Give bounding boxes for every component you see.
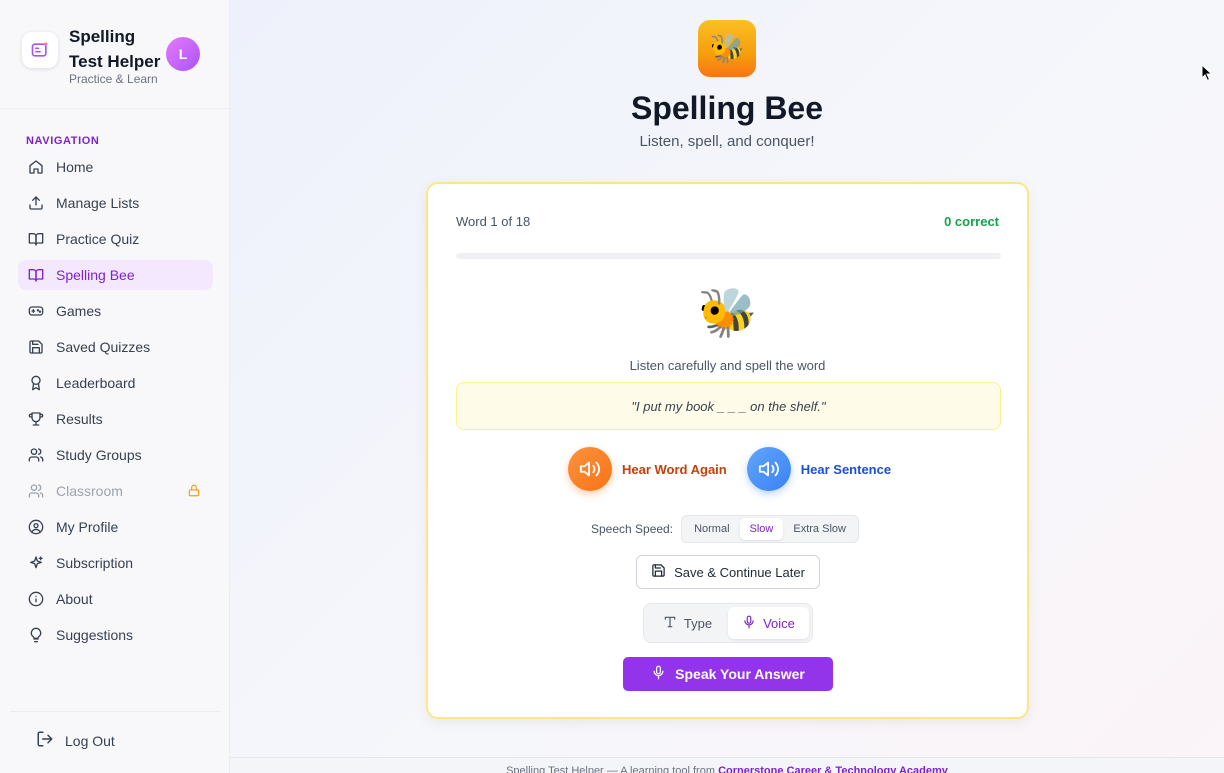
speed-option-slow[interactable]: Slow	[739, 518, 784, 540]
sidebar-item-label: Saved Quizzes	[56, 339, 151, 355]
page-subtitle: Listen, spell, and conquer!	[639, 133, 815, 150]
log-out-icon	[36, 730, 54, 751]
mode-voice-label: Voice	[763, 615, 795, 631]
answer-mode-toggle: Type Voice	[643, 603, 813, 643]
save-continue-button[interactable]: Save & Continue Later	[636, 555, 820, 589]
save-icon	[651, 563, 666, 581]
book-open-icon	[28, 267, 44, 283]
sidebar-item-home[interactable]: Home	[18, 152, 213, 182]
sidebar-item-label: Spelling Bee	[56, 267, 135, 283]
sidebar-item-label: About	[56, 591, 93, 607]
audio-controls: Hear Word Again Hear Sentence	[568, 447, 911, 491]
type-icon	[663, 615, 677, 632]
mouse-cursor-icon	[1201, 63, 1213, 87]
sidebar-item-label: Suggestions	[56, 627, 134, 643]
sidebar-item-practice-quiz[interactable]: Practice Quiz	[18, 224, 213, 254]
sentence-text: "I put my book _ _ _ on the shelf."	[631, 398, 826, 414]
sidebar-item-label: Practice Quiz	[56, 231, 140, 247]
hear-sentence-label: Hear Sentence	[800, 461, 892, 477]
user-circle-icon	[28, 519, 44, 535]
sidebar-item-label: My Profile	[56, 519, 119, 535]
hear-word-label: Hear Word Again	[622, 461, 727, 477]
trophy-icon	[28, 411, 44, 427]
sidebar-item-label: Results	[56, 411, 103, 427]
logout-button[interactable]: Log Out	[36, 730, 115, 751]
sidebar-nav: Home Manage Lists Practice Quiz Spelling…	[18, 152, 213, 656]
correct-counter: 0 correct	[944, 214, 999, 229]
lightbulb-icon	[28, 627, 44, 643]
save-icon	[28, 339, 44, 355]
sidebar-item-leaderboard[interactable]: Leaderboard	[18, 368, 213, 398]
sentence-box: "I put my book _ _ _ on the shelf."	[456, 382, 1001, 430]
sidebar-bottom-divider	[10, 711, 220, 712]
instruction-text: Listen carefully and spell the word	[629, 358, 826, 373]
page-title: Spelling Bee	[630, 90, 824, 126]
sidebar-item-subscription[interactable]: Subscription	[18, 548, 213, 578]
microphone-icon	[651, 665, 666, 683]
word-counter: Word 1 of 18	[456, 214, 531, 229]
award-icon	[28, 375, 44, 391]
avatar[interactable]: L	[166, 37, 200, 71]
sidebar-item-manage-lists[interactable]: Manage Lists	[18, 188, 213, 218]
sidebar-item-results[interactable]: Results	[18, 404, 213, 434]
sidebar: Spelling Test Helper Practice & Learn L …	[0, 0, 230, 773]
footer-link[interactable]: Cornerstone Career & Technology Academy	[718, 765, 948, 773]
speech-speed-label: Speech Speed:	[591, 522, 674, 536]
sidebar-item-games[interactable]: Games	[18, 296, 213, 326]
sidebar-item-suggestions[interactable]: Suggestions	[18, 620, 213, 650]
brand: Spelling Test Helper Practice & Learn L	[22, 24, 212, 94]
microphone-icon	[742, 615, 756, 632]
speech-speed-options: Normal Slow Extra Slow	[681, 515, 859, 543]
sidebar-item-spelling-bee[interactable]: Spelling Bee	[18, 260, 213, 290]
lock-icon	[187, 483, 201, 501]
sidebar-item-study-groups[interactable]: Study Groups	[18, 440, 213, 470]
brand-subtitle: Practice & Learn	[69, 72, 158, 86]
info-icon	[28, 591, 44, 607]
sidebar-item-classroom[interactable]: Classroom	[18, 476, 213, 506]
gamepad-icon	[28, 303, 44, 319]
bee-mascot: 🐝	[697, 287, 758, 340]
nav-heading: NAVIGATION	[26, 135, 100, 147]
quiz-card: Word 1 of 18 0 correct 🐝 Listen carefull…	[426, 182, 1029, 719]
sidebar-item-saved-quizzes[interactable]: Saved Quizzes	[18, 332, 213, 362]
sidebar-item-my-profile[interactable]: My Profile	[18, 512, 213, 542]
logout-label: Log Out	[65, 732, 115, 749]
sidebar-item-label: Study Groups	[56, 447, 142, 463]
main-content: 🐝 Spelling Bee Listen, spell, and conque…	[230, 0, 1224, 773]
speaker-icon	[568, 447, 612, 491]
mode-type-label: Type	[683, 615, 713, 631]
hear-sentence-button[interactable]: Hear Sentence	[746, 447, 892, 491]
speak-answer-button[interactable]: Speak Your Answer	[623, 657, 833, 691]
footer: Spelling Test Helper — A learning tool f…	[230, 757, 1224, 773]
save-continue-label: Save & Continue Later	[674, 564, 805, 580]
speak-answer-label: Speak Your Answer	[675, 666, 805, 682]
speaker-icon	[746, 447, 791, 491]
home-icon	[28, 159, 44, 175]
sidebar-item-label: Home	[56, 159, 94, 175]
sidebar-item-label: Manage Lists	[56, 195, 140, 211]
sidebar-divider	[0, 108, 229, 109]
book-open-icon	[28, 231, 44, 247]
users-icon	[28, 483, 44, 499]
sidebar-item-about[interactable]: About	[18, 584, 213, 614]
sidebar-item-label: Subscription	[56, 555, 134, 571]
mode-type-button[interactable]: Type	[647, 607, 728, 639]
hear-word-button[interactable]: Hear Word Again	[568, 447, 727, 491]
brand-title: Spelling Test Helper	[69, 27, 161, 71]
upload-icon	[28, 195, 44, 211]
speed-option-normal[interactable]: Normal	[684, 518, 739, 540]
bee-app-icon: 🐝	[698, 20, 756, 77]
brand-logo-icon	[22, 32, 58, 68]
footer-text: Spelling Test Helper — A learning tool f…	[506, 765, 719, 773]
mode-voice-button[interactable]: Voice	[728, 607, 809, 639]
sidebar-item-label: Games	[56, 303, 102, 319]
users-icon	[28, 447, 44, 463]
sidebar-item-label: Classroom	[56, 483, 123, 499]
speed-option-extra-slow[interactable]: Extra Slow	[783, 518, 856, 540]
progress-bar	[456, 253, 1001, 259]
speech-speed-control: Speech Speed: Normal Slow Extra Slow	[591, 515, 859, 543]
sidebar-item-label: Leaderboard	[56, 375, 136, 391]
sparkles-icon	[28, 555, 44, 571]
